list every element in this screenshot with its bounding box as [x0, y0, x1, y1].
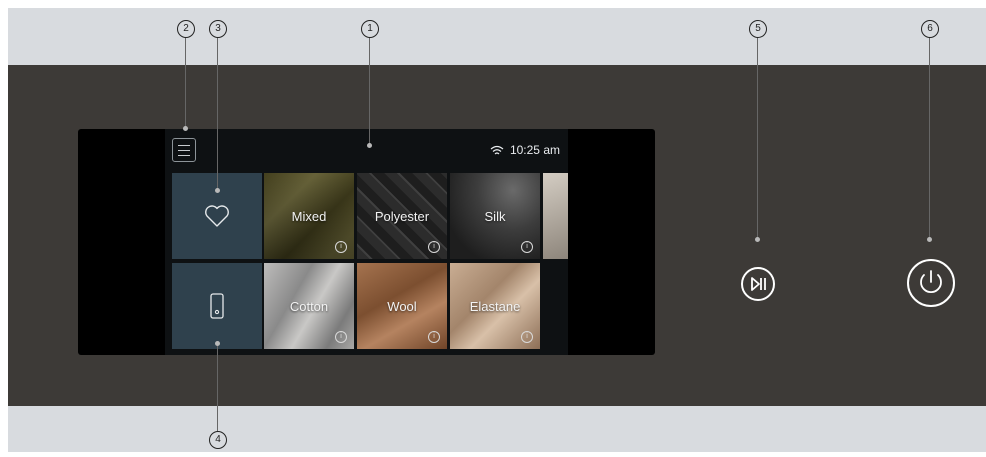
info-icon[interactable]: i: [521, 241, 533, 253]
play-pause-icon: [751, 277, 766, 291]
callout-dot-4: [215, 341, 220, 346]
callout-dot-2: [183, 126, 188, 131]
remote-control-tile[interactable]: [172, 263, 262, 349]
info-icon[interactable]: i: [521, 331, 533, 343]
callout-line-3: [217, 37, 218, 190]
callout-line-4: [217, 343, 218, 431]
phone-remote-icon: [210, 293, 224, 319]
callout-line-5: [757, 37, 758, 239]
power-button[interactable]: [907, 259, 955, 307]
program-tile-mixed[interactable]: Mixed i: [264, 173, 354, 259]
info-icon[interactable]: i: [335, 331, 347, 343]
callout-5: 5: [749, 20, 767, 38]
info-icon[interactable]: i: [428, 331, 440, 343]
program-tile-partial[interactable]: [543, 173, 568, 259]
bottom-background: [8, 406, 986, 452]
program-tile-silk[interactable]: Silk i: [450, 173, 540, 259]
heart-icon: [205, 205, 229, 227]
power-icon: [920, 270, 942, 294]
callout-dot-6: [927, 237, 932, 242]
callout-line-2: [185, 37, 186, 128]
hamburger-menu-icon-bar: [178, 150, 190, 151]
callout-dot-1: [367, 143, 372, 148]
menu-button[interactable]: [172, 138, 196, 162]
clock-time: 10:25 am: [509, 143, 560, 157]
callout-3: 3: [209, 20, 227, 38]
top-background: [8, 8, 986, 65]
program-tile-cotton[interactable]: Cotton i: [264, 263, 354, 349]
touch-display: 10:25 am Mixed i Polyester i Silk i Cott…: [165, 129, 568, 355]
callout-2: 2: [177, 20, 195, 38]
callout-line-1: [369, 37, 370, 145]
hamburger-menu-icon: [178, 145, 190, 146]
hamburger-menu-icon-bar: [178, 155, 190, 156]
wifi-icon: [490, 145, 504, 154]
program-tile-elastane[interactable]: Elastane i: [450, 263, 540, 349]
callout-dot-5: [755, 237, 760, 242]
callout-dot-3: [215, 188, 220, 193]
start-pause-button[interactable]: [741, 267, 775, 301]
callout-6: 6: [921, 20, 939, 38]
info-icon[interactable]: i: [428, 241, 440, 253]
callout-4: 4: [209, 431, 227, 449]
program-tile-polyester[interactable]: Polyester i: [357, 173, 447, 259]
program-tile-wool[interactable]: Wool i: [357, 263, 447, 349]
info-icon[interactable]: i: [335, 241, 347, 253]
callout-line-6: [929, 37, 930, 239]
callout-1: 1: [361, 20, 379, 38]
status-bar: 10:25 am: [490, 143, 560, 157]
